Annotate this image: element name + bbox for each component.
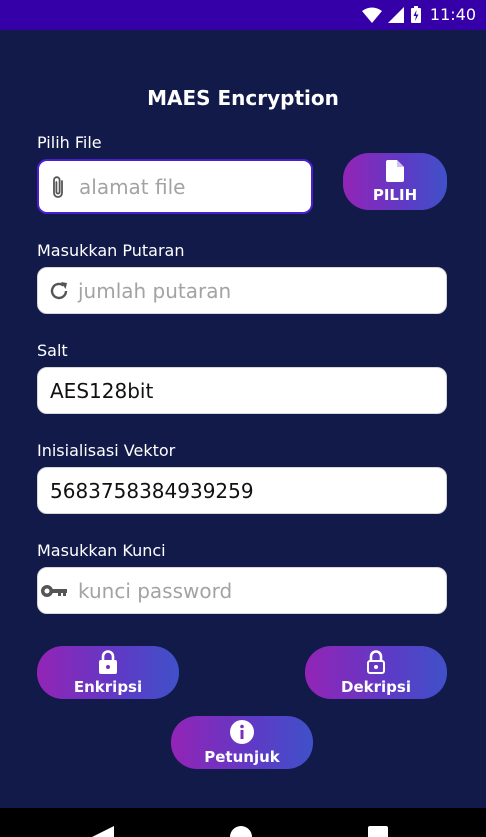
- pilih-button[interactable]: PILIH: [343, 153, 447, 210]
- help-button[interactable]: Petunjuk: [171, 716, 313, 769]
- iv-label: Inisialisasi Vektor: [37, 441, 176, 460]
- key-label: Masukkan Kunci: [37, 541, 166, 560]
- back-icon[interactable]: [92, 826, 114, 837]
- rounds-input[interactable]: jumlah putaran: [37, 267, 447, 314]
- key-icon: [40, 568, 68, 613]
- file-path-input[interactable]: alamat file: [37, 159, 313, 214]
- iv-input[interactable]: 5683758384939259: [37, 467, 447, 514]
- recent-apps-icon[interactable]: [368, 826, 388, 837]
- key-placeholder: kunci password: [78, 578, 233, 603]
- salt-value: AES128bit: [50, 378, 154, 403]
- signal-icon: [387, 6, 404, 23]
- file-path-placeholder: alamat file: [79, 174, 186, 199]
- app-title: MAES Encryption: [147, 86, 339, 110]
- file-label: Pilih File: [37, 133, 102, 152]
- status-icons: 11:40: [361, 5, 476, 24]
- decrypt-button[interactable]: Dekripsi: [305, 646, 447, 699]
- paperclip-icon: [49, 161, 67, 212]
- info-icon: [230, 719, 254, 744]
- rounds-placeholder: jumlah putaran: [78, 278, 232, 303]
- key-input[interactable]: kunci password: [37, 567, 447, 614]
- salt-label: Salt: [37, 341, 68, 360]
- status-time: 11:40: [429, 5, 476, 24]
- wifi-icon: [361, 7, 382, 23]
- encrypt-button-label: Enkripsi: [73, 677, 143, 696]
- pilih-button-label: PILIH: [372, 185, 418, 204]
- refresh-icon: [48, 268, 70, 313]
- rounds-label: Masukkan Putaran: [37, 241, 185, 260]
- iv-value: 5683758384939259: [50, 478, 254, 503]
- encrypt-button[interactable]: Enkripsi: [37, 646, 179, 699]
- salt-input[interactable]: AES128bit: [37, 367, 447, 414]
- lock-icon: [99, 649, 117, 674]
- help-button-label: Petunjuk: [204, 747, 280, 766]
- decrypt-button-label: Dekripsi: [341, 677, 411, 696]
- file-icon: [386, 159, 404, 182]
- unlock-icon: [367, 649, 385, 674]
- battery-icon: [410, 6, 421, 23]
- status-bar: 11:40: [0, 0, 486, 30]
